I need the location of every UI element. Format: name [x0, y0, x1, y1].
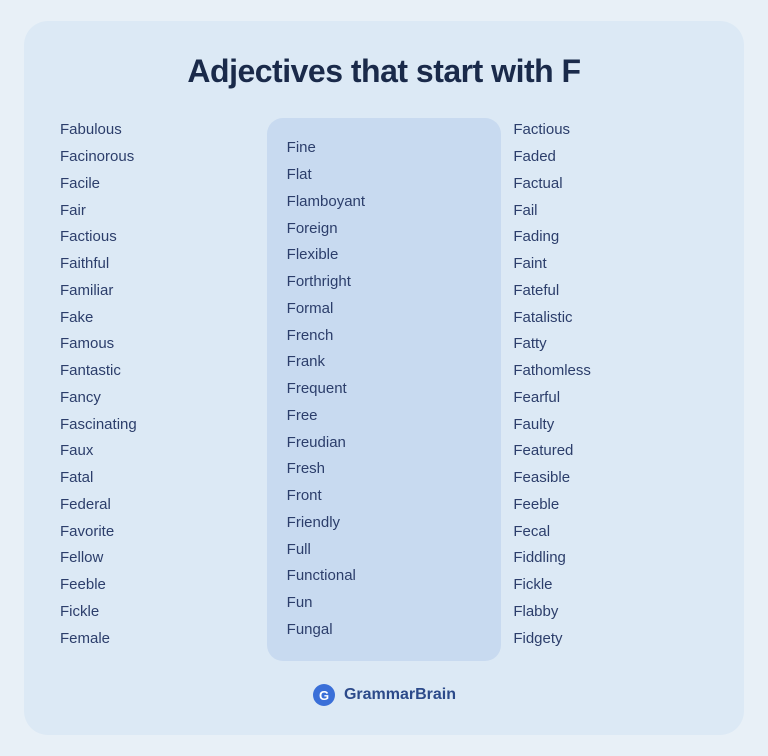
list-item: Favorite: [60, 520, 255, 545]
list-item: Fake: [60, 306, 255, 331]
list-item: Fail: [513, 199, 708, 224]
list-item: Fatty: [513, 332, 708, 357]
list-item: Forthright: [287, 270, 482, 295]
list-item: Fantastic: [60, 359, 255, 384]
list-item: Fateful: [513, 279, 708, 304]
list-item: Federal: [60, 493, 255, 518]
list-item: Fair: [60, 199, 255, 224]
list-item: Fathomless: [513, 359, 708, 384]
list-item: Feasible: [513, 466, 708, 491]
list-item: Fidgety: [513, 627, 708, 652]
list-item: Front: [287, 484, 482, 509]
left-column: FabulousFacinorousFacileFairFactiousFait…: [60, 118, 255, 651]
footer-brand: GrammarBrain: [344, 686, 456, 704]
list-item: Feeble: [60, 573, 255, 598]
list-item: Formal: [287, 297, 482, 322]
list-item: Free: [287, 404, 482, 429]
page-title: Adjectives that start with F: [60, 53, 708, 90]
list-item: Fatalistic: [513, 306, 708, 331]
list-item: Fading: [513, 225, 708, 250]
list-item: French: [287, 324, 482, 349]
list-item: Fun: [287, 591, 482, 616]
list-item: Fascinating: [60, 413, 255, 438]
list-item: Facinorous: [60, 145, 255, 170]
list-item: Fatal: [60, 466, 255, 491]
middle-column: FineFlatFlamboyantForeignFlexibleForthri…: [267, 118, 502, 660]
list-item: Famous: [60, 332, 255, 357]
list-item: Factious: [60, 225, 255, 250]
list-item: Frequent: [287, 377, 482, 402]
list-item: Factual: [513, 172, 708, 197]
list-item: Fresh: [287, 457, 482, 482]
list-item: Faulty: [513, 413, 708, 438]
list-item: Foreign: [287, 217, 482, 242]
list-item: Fickle: [60, 600, 255, 625]
list-item: Friendly: [287, 511, 482, 536]
list-item: Familiar: [60, 279, 255, 304]
list-item: Featured: [513, 439, 708, 464]
list-item: Fungal: [287, 618, 482, 643]
list-item: Faux: [60, 439, 255, 464]
list-item: Flexible: [287, 243, 482, 268]
list-item: Faded: [513, 145, 708, 170]
right-column: FactiousFadedFactualFailFadingFaintFatef…: [513, 118, 708, 651]
list-item: Fickle: [513, 573, 708, 598]
svg-text:G: G: [319, 688, 329, 703]
list-item: Facile: [60, 172, 255, 197]
list-item: Fabulous: [60, 118, 255, 143]
list-item: Faithful: [60, 252, 255, 277]
list-item: Fiddling: [513, 546, 708, 571]
list-item: Faint: [513, 252, 708, 277]
list-item: Feeble: [513, 493, 708, 518]
list-item: Fearful: [513, 386, 708, 411]
list-item: Frank: [287, 350, 482, 375]
main-card: Adjectives that start with F FabulousFac…: [24, 21, 744, 734]
list-item: Full: [287, 538, 482, 563]
list-item: Fancy: [60, 386, 255, 411]
columns-wrapper: FabulousFacinorousFacileFairFactiousFait…: [60, 118, 708, 660]
list-item: Functional: [287, 564, 482, 589]
list-item: Flamboyant: [287, 190, 482, 215]
footer: G GrammarBrain: [60, 683, 708, 707]
list-item: Fecal: [513, 520, 708, 545]
list-item: Fellow: [60, 546, 255, 571]
list-item: Flabby: [513, 600, 708, 625]
list-item: Female: [60, 627, 255, 652]
list-item: Fine: [287, 136, 482, 161]
list-item: Freudian: [287, 431, 482, 456]
list-item: Factious: [513, 118, 708, 143]
list-item: Flat: [287, 163, 482, 188]
grammarbrain-logo-icon: G: [312, 683, 336, 707]
